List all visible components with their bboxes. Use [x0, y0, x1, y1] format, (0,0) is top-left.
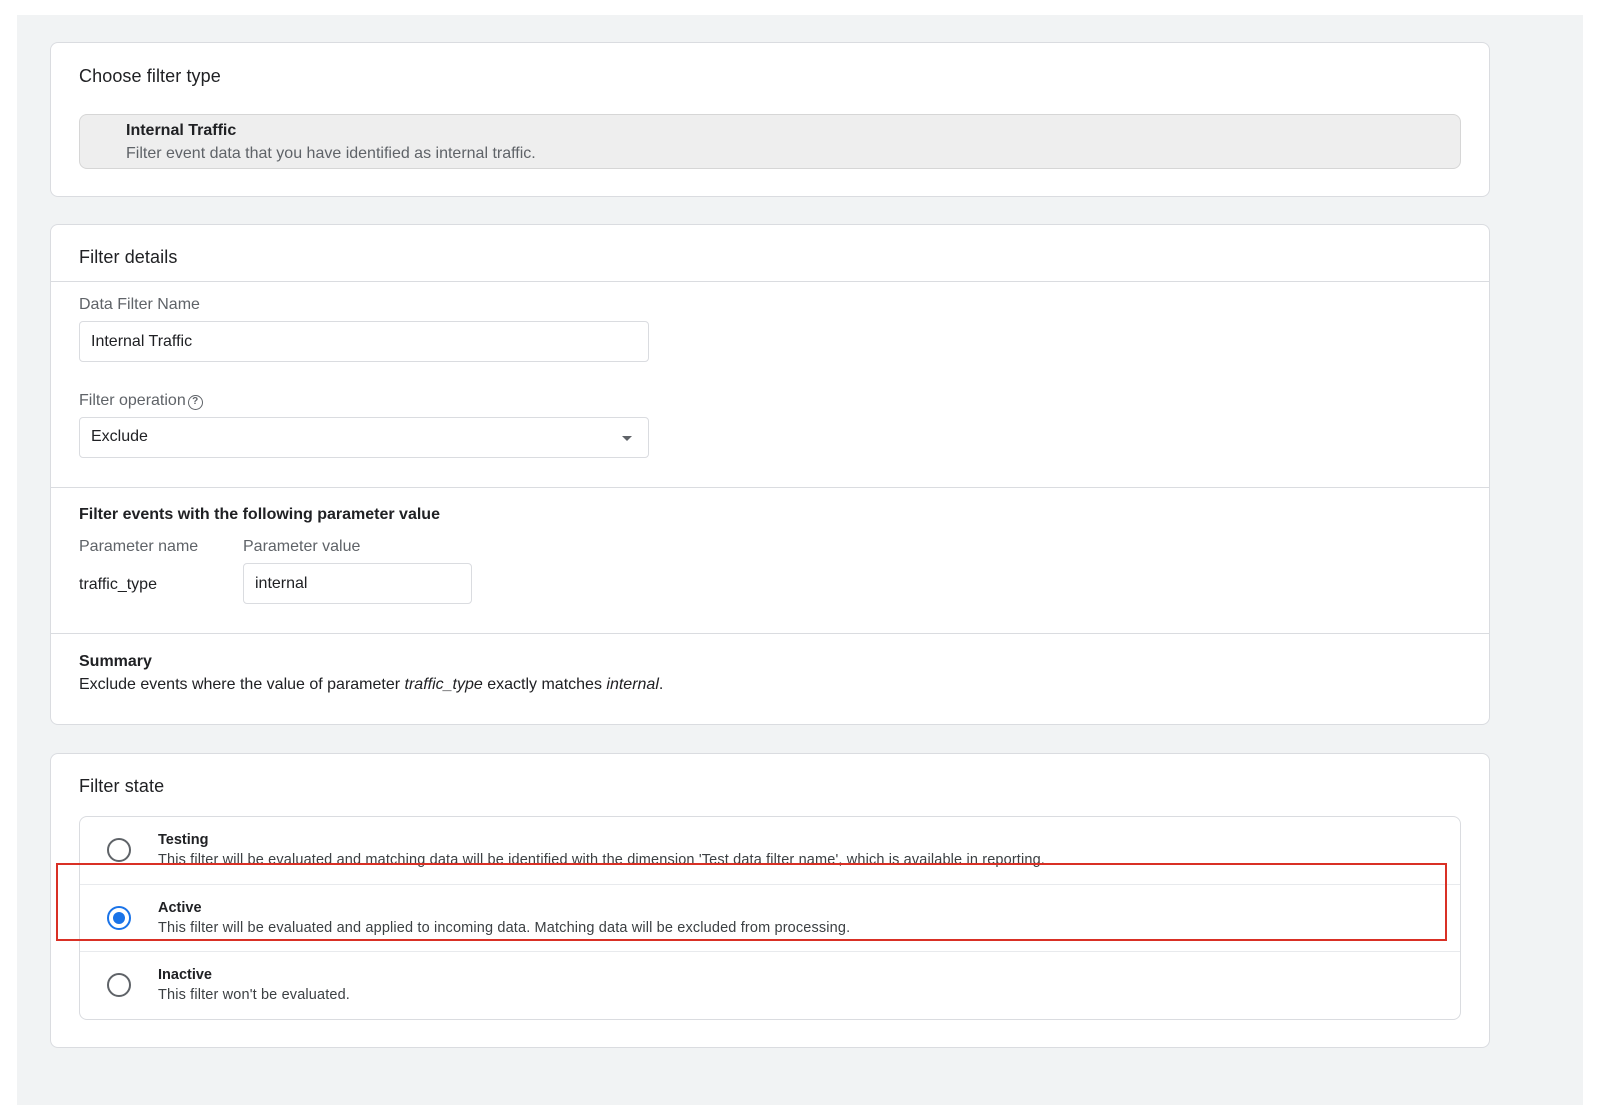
data-filter-name-label: Data Filter Name — [79, 296, 200, 313]
help-circle-icon[interactable]: ? — [187, 395, 203, 410]
summary-value: internal — [606, 676, 659, 693]
summary-middle: exactly matches — [482, 676, 607, 693]
divider — [51, 633, 1489, 634]
filter-operation-value: Exclude — [91, 428, 148, 445]
divider — [51, 281, 1489, 282]
summary-text: Exclude events where the value of parame… — [79, 676, 663, 694]
filter-details-heading: Filter details — [79, 247, 178, 267]
filter-operation-label-text: Filter operation — [79, 392, 186, 409]
page-background: Choose filter type Internal Traffic Filt… — [17, 15, 1583, 1105]
filter-operation-select[interactable]: Exclude — [79, 417, 649, 458]
summary-suffix: . — [658, 676, 664, 693]
summary-prefix: Exclude events where the value of parame… — [79, 676, 405, 693]
filter-details-card: Filter details Data Filter Name Filter o… — [50, 224, 1490, 725]
parameter-name-value: traffic_type — [79, 576, 157, 593]
summary-param: traffic_type — [404, 676, 483, 693]
parameter-value-label: Parameter value — [243, 538, 361, 555]
radio-testing[interactable] — [107, 838, 131, 862]
parameter-section-heading: Filter events with the following paramet… — [79, 506, 440, 523]
filter-type-card: Choose filter type Internal Traffic Filt… — [50, 42, 1490, 197]
active-option-highlight-box — [56, 863, 1447, 941]
state-description-inactive: This filter won't be evaluated. — [158, 987, 350, 1003]
chevron-down-icon — [622, 436, 632, 441]
state-title-testing: Testing — [158, 832, 209, 848]
radio-inactive[interactable] — [107, 973, 131, 997]
filter-type-heading: Choose filter type — [79, 66, 221, 86]
filter-type-option-internal-traffic[interactable]: Internal Traffic Filter event data that … — [79, 114, 1461, 169]
filter-type-description: Filter event data that you have identifi… — [126, 145, 536, 162]
parameter-name-label: Parameter name — [79, 538, 199, 555]
summary-heading: Summary — [79, 653, 152, 670]
filter-state-heading: Filter state — [79, 776, 165, 796]
data-filter-name-input[interactable] — [79, 321, 649, 362]
filter-type-title: Internal Traffic — [126, 122, 237, 139]
filter-operation-label: Filter operation? — [79, 392, 203, 410]
divider — [51, 487, 1489, 488]
parameter-value-input[interactable] — [243, 563, 472, 604]
state-title-inactive: Inactive — [158, 967, 212, 983]
filter-state-option-inactive[interactable]: Inactive This filter won't be evaluated. — [80, 951, 1460, 1018]
